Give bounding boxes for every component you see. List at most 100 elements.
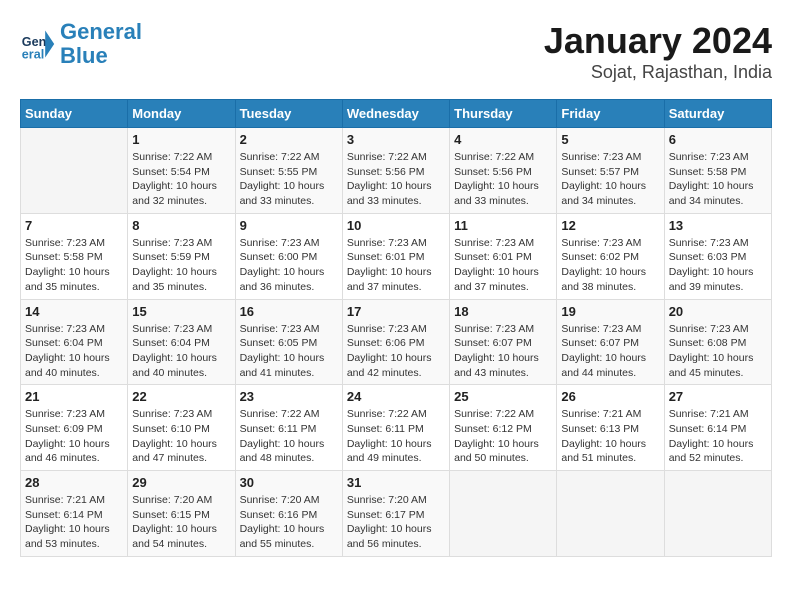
calendar-cell: 25Sunrise: 7:22 AM Sunset: 6:12 PM Dayli… xyxy=(450,385,557,471)
day-number: 22 xyxy=(132,389,230,404)
day-info: Sunrise: 7:21 AM Sunset: 6:14 PM Dayligh… xyxy=(669,407,767,466)
calendar-title: January 2024 xyxy=(544,20,772,62)
calendar-cell: 30 Sunrise: 7:20 AM Sunset: 6:16 PM Dayli… xyxy=(235,471,342,557)
day-number: 11 xyxy=(454,218,552,233)
day-number: 15 xyxy=(132,304,230,319)
logo-text: General Blue xyxy=(60,20,142,68)
title-block: January 2024 Sojat, Rajasthan, India xyxy=(544,20,772,83)
calendar-cell: 15 Sunrise: 7:23 AM Sunset: 6:04 PM Dayli… xyxy=(128,299,235,385)
day-number: 10 xyxy=(347,218,445,233)
day-number: 13 xyxy=(669,218,767,233)
day-info: Sunrise: 7:23 AM Sunset: 6:08 PM Dayligh… xyxy=(669,322,767,381)
week-row-2: 14 Sunrise: 7:23 AM Sunset: 6:04 PM Dayli… xyxy=(21,299,772,385)
header-cell-wednesday: Wednesday xyxy=(342,100,449,128)
calendar-cell: 29 Sunrise: 7:20 AM Sunset: 6:15 PM Dayli… xyxy=(128,471,235,557)
day-info: Sunrise: 7:23 AM Sunset: 6:07 PM Dayligh… xyxy=(561,322,659,381)
day-number: 1 xyxy=(132,132,230,147)
calendar-cell: 5 Sunrise: 7:23 AM Sunset: 5:57 PM Daylig… xyxy=(557,128,664,214)
calendar-cell: 10 Sunrise: 7:23 AM Sunset: 6:01 PM Dayli… xyxy=(342,213,449,299)
calendar-cell xyxy=(450,471,557,557)
day-number: 26 xyxy=(561,389,659,404)
page-header: Gen eral General Blue January 2024 Sojat… xyxy=(20,20,772,83)
day-number: 29 xyxy=(132,475,230,490)
calendar-cell: 31 Sunrise: 7:20 AM Sunset: 6:17 PM Dayli… xyxy=(342,471,449,557)
day-number: 3 xyxy=(347,132,445,147)
day-info: Sunrise: 7:23 AM Sunset: 6:06 PM Dayligh… xyxy=(347,322,445,381)
day-info: Sunrise: 7:22 AM Sunset: 5:56 PM Dayligh… xyxy=(347,150,445,209)
day-number: 12 xyxy=(561,218,659,233)
calendar-cell: 28Sunrise: 7:21 AM Sunset: 6:14 PM Dayli… xyxy=(21,471,128,557)
calendar-cell: 1Sunrise: 7:22 AM Sunset: 5:54 PM Daylig… xyxy=(128,128,235,214)
day-number: 27 xyxy=(669,389,767,404)
calendar-cell: 16Sunrise: 7:23 AM Sunset: 6:05 PM Dayli… xyxy=(235,299,342,385)
header-cell-sunday: Sunday xyxy=(21,100,128,128)
calendar-cell: 20 Sunrise: 7:23 AM Sunset: 6:08 PM Dayli… xyxy=(664,299,771,385)
day-number: 31 xyxy=(347,475,445,490)
day-number: 4 xyxy=(454,132,552,147)
calendar-cell: 19 Sunrise: 7:23 AM Sunset: 6:07 PM Dayli… xyxy=(557,299,664,385)
calendar-cell: 24 Sunrise: 7:22 AM Sunset: 6:11 PM Dayli… xyxy=(342,385,449,471)
day-number: 2 xyxy=(240,132,338,147)
day-info: Sunrise: 7:23 AM Sunset: 6:04 PM Dayligh… xyxy=(132,322,230,381)
calendar-cell: 23 Sunrise: 7:22 AM Sunset: 6:11 PM Dayli… xyxy=(235,385,342,471)
header-cell-tuesday: Tuesday xyxy=(235,100,342,128)
calendar-cell: 11 Sunrise: 7:23 AM Sunset: 6:01 PM Dayli… xyxy=(450,213,557,299)
day-info: Sunrise: 7:21 AM Sunset: 6:13 PM Dayligh… xyxy=(561,407,659,466)
calendar-cell: 27 Sunrise: 7:21 AM Sunset: 6:14 PM Dayli… xyxy=(664,385,771,471)
day-number: 25 xyxy=(454,389,552,404)
calendar-cell: 6 Sunrise: 7:23 AM Sunset: 5:58 PM Daylig… xyxy=(664,128,771,214)
calendar-cell: 13Sunrise: 7:23 AM Sunset: 6:03 PM Dayli… xyxy=(664,213,771,299)
day-number: 20 xyxy=(669,304,767,319)
header-cell-monday: Monday xyxy=(128,100,235,128)
day-number: 24 xyxy=(347,389,445,404)
calendar-cell xyxy=(21,128,128,214)
day-info: Sunrise: 7:23 AM Sunset: 6:01 PM Dayligh… xyxy=(347,236,445,295)
svg-text:eral: eral xyxy=(22,48,44,62)
day-info: Sunrise: 7:22 AM Sunset: 6:11 PM Dayligh… xyxy=(240,407,338,466)
day-number: 5 xyxy=(561,132,659,147)
calendar-subtitle: Sojat, Rajasthan, India xyxy=(544,62,772,83)
day-number: 6 xyxy=(669,132,767,147)
calendar-cell: 9Sunrise: 7:23 AM Sunset: 6:00 PM Daylig… xyxy=(235,213,342,299)
day-number: 9 xyxy=(240,218,338,233)
day-info: Sunrise: 7:23 AM Sunset: 5:59 PM Dayligh… xyxy=(132,236,230,295)
calendar-header: SundayMondayTuesdayWednesdayThursdayFrid… xyxy=(21,100,772,128)
calendar-cell: 17 Sunrise: 7:23 AM Sunset: 6:06 PM Dayli… xyxy=(342,299,449,385)
calendar-cell: 3 Sunrise: 7:22 AM Sunset: 5:56 PM Daylig… xyxy=(342,128,449,214)
day-number: 21 xyxy=(25,389,123,404)
week-row-1: 7Sunrise: 7:23 AM Sunset: 5:58 PM Daylig… xyxy=(21,213,772,299)
calendar-cell: 14Sunrise: 7:23 AM Sunset: 6:04 PM Dayli… xyxy=(21,299,128,385)
day-number: 7 xyxy=(25,218,123,233)
calendar-cell: 7Sunrise: 7:23 AM Sunset: 5:58 PM Daylig… xyxy=(21,213,128,299)
header-cell-thursday: Thursday xyxy=(450,100,557,128)
week-row-0: 1Sunrise: 7:22 AM Sunset: 5:54 PM Daylig… xyxy=(21,128,772,214)
day-info: Sunrise: 7:23 AM Sunset: 6:01 PM Dayligh… xyxy=(454,236,552,295)
calendar-cell: 2 Sunrise: 7:22 AM Sunset: 5:55 PM Daylig… xyxy=(235,128,342,214)
day-info: Sunrise: 7:23 AM Sunset: 5:57 PM Dayligh… xyxy=(561,150,659,209)
day-number: 23 xyxy=(240,389,338,404)
header-cell-saturday: Saturday xyxy=(664,100,771,128)
day-info: Sunrise: 7:23 AM Sunset: 5:58 PM Dayligh… xyxy=(669,150,767,209)
calendar-body: 1Sunrise: 7:22 AM Sunset: 5:54 PM Daylig… xyxy=(21,128,772,557)
day-number: 14 xyxy=(25,304,123,319)
logo: Gen eral General Blue xyxy=(20,20,142,68)
day-info: Sunrise: 7:23 AM Sunset: 6:02 PM Dayligh… xyxy=(561,236,659,295)
calendar-cell: 8Sunrise: 7:23 AM Sunset: 5:59 PM Daylig… xyxy=(128,213,235,299)
calendar-cell: 4 Sunrise: 7:22 AM Sunset: 5:56 PM Daylig… xyxy=(450,128,557,214)
day-info: Sunrise: 7:22 AM Sunset: 6:11 PM Dayligh… xyxy=(347,407,445,466)
day-number: 30 xyxy=(240,475,338,490)
day-info: Sunrise: 7:20 AM Sunset: 6:16 PM Dayligh… xyxy=(240,493,338,552)
day-number: 16 xyxy=(240,304,338,319)
logo-icon: Gen eral xyxy=(20,26,56,62)
calendar-table: SundayMondayTuesdayWednesdayThursdayFrid… xyxy=(20,99,772,557)
day-number: 19 xyxy=(561,304,659,319)
calendar-cell: 22 Sunrise: 7:23 AM Sunset: 6:10 PM Dayli… xyxy=(128,385,235,471)
day-info: Sunrise: 7:23 AM Sunset: 6:10 PM Dayligh… xyxy=(132,407,230,466)
day-info: Sunrise: 7:22 AM Sunset: 5:56 PM Dayligh… xyxy=(454,150,552,209)
day-info: Sunrise: 7:20 AM Sunset: 6:15 PM Dayligh… xyxy=(132,493,230,552)
day-info: Sunrise: 7:20 AM Sunset: 6:17 PM Dayligh… xyxy=(347,493,445,552)
day-info: Sunrise: 7:21 AM Sunset: 6:14 PM Dayligh… xyxy=(25,493,123,552)
calendar-cell xyxy=(557,471,664,557)
day-number: 17 xyxy=(347,304,445,319)
day-info: Sunrise: 7:22 AM Sunset: 5:55 PM Dayligh… xyxy=(240,150,338,209)
